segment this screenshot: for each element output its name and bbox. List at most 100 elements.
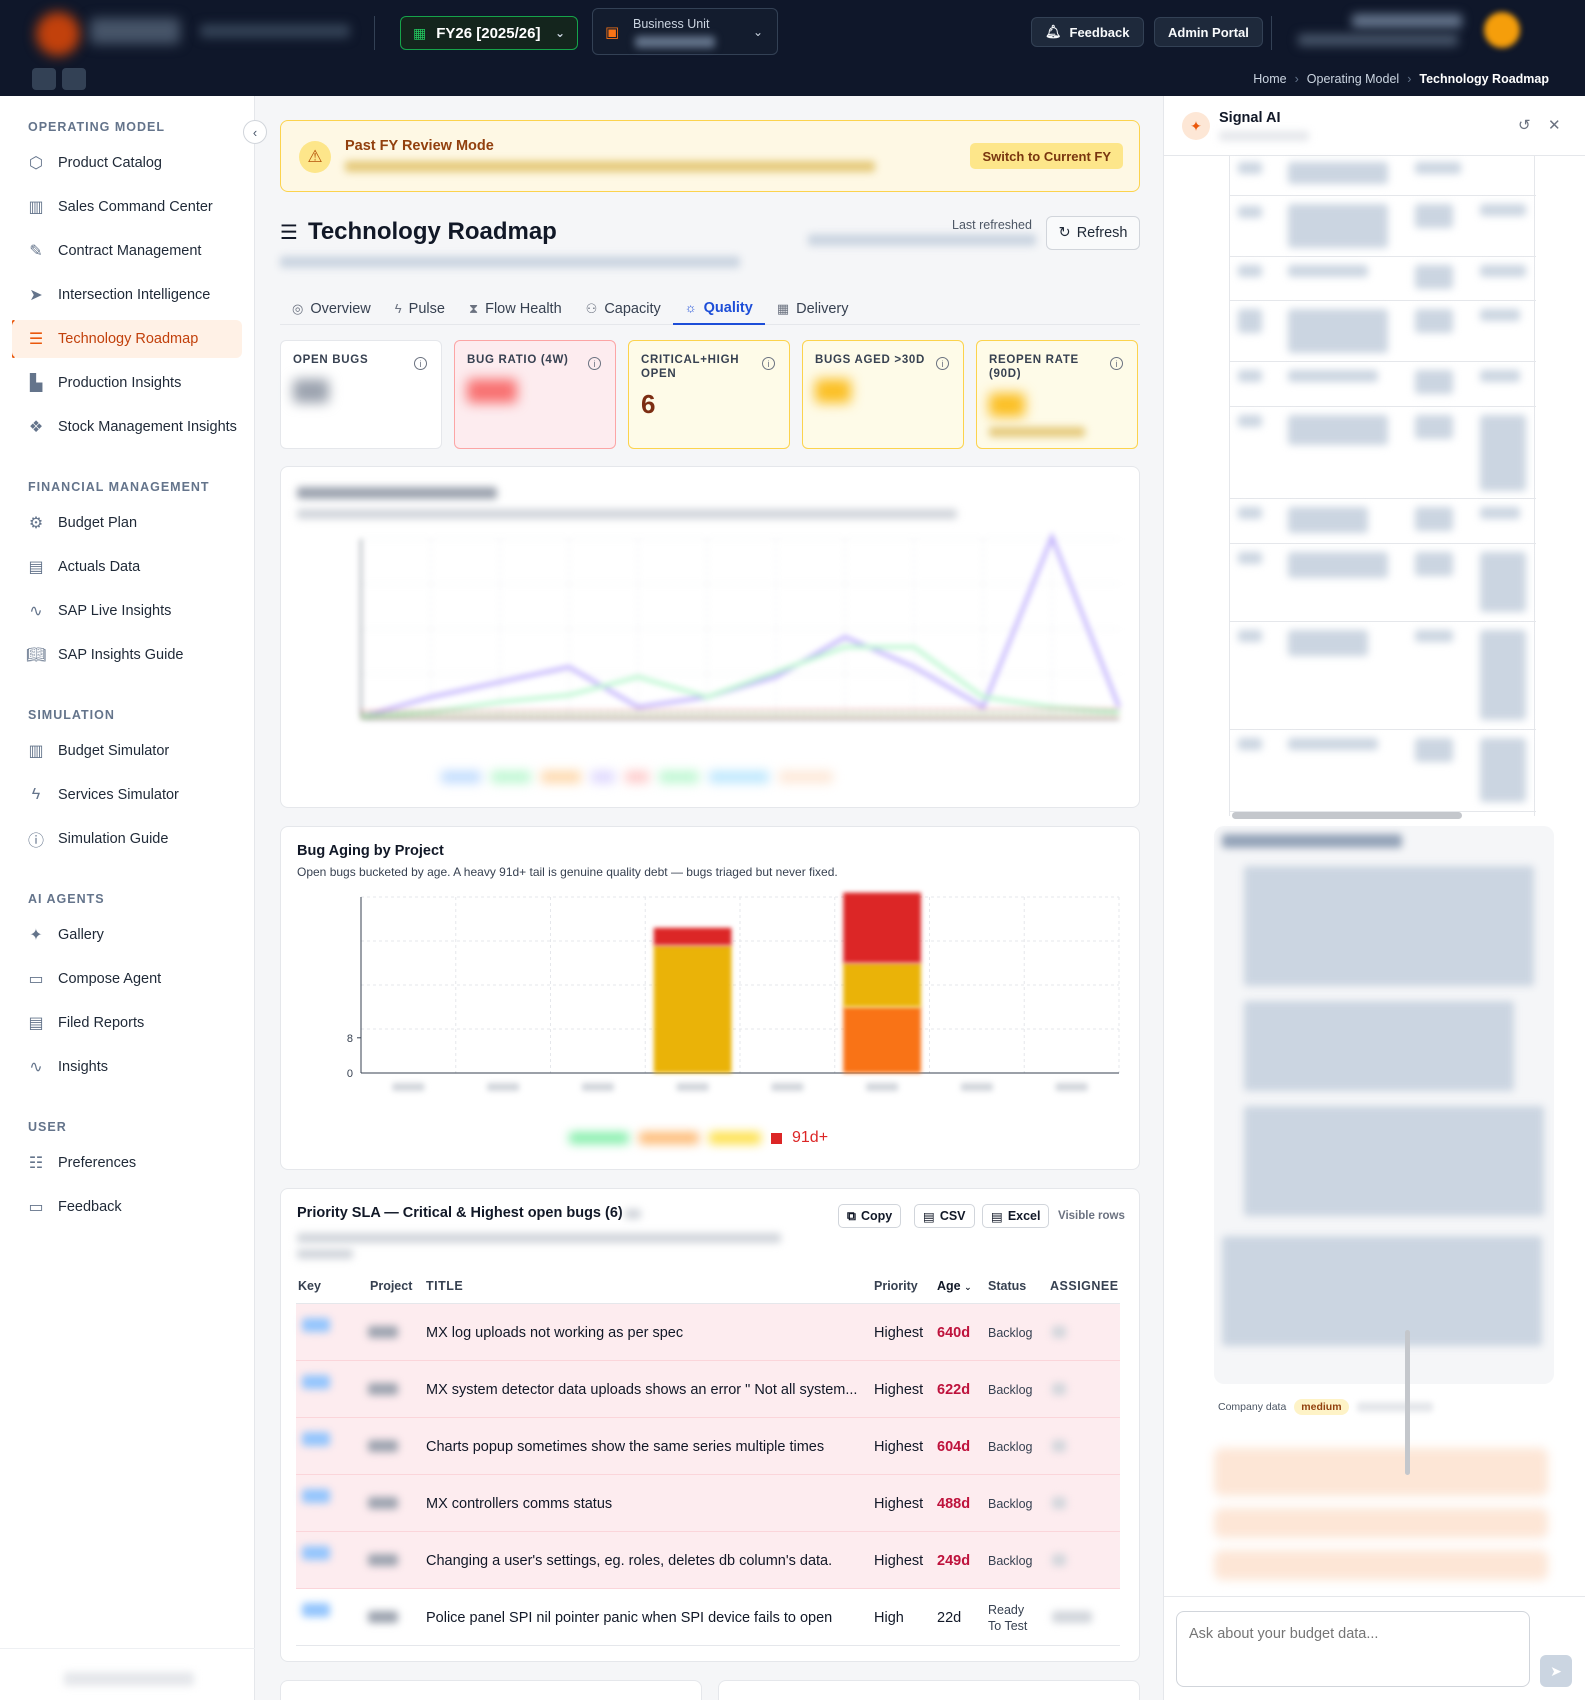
suggestion-chip[interactable] <box>1214 1448 1548 1496</box>
ai-chat-input[interactable] <box>1176 1611 1530 1687</box>
toolbar-square-button[interactable] <box>32 68 56 90</box>
user-role <box>1298 34 1458 46</box>
sidebar-item-compose-agent[interactable]: ▭ Compose Agent <box>12 960 242 998</box>
bug-status: Backlog <box>988 1496 1033 1511</box>
collapse-sidebar-button[interactable]: ‹ <box>243 120 267 144</box>
lightning-icon: ϟ <box>394 301 402 316</box>
sidebar-item-simulation-guide[interactable]: ⓘ Simulation Guide <box>12 820 242 858</box>
column-header-key[interactable]: Key <box>298 1279 321 1293</box>
card-title: Priority SLA — Critical & Highest open b… <box>297 1205 623 1221</box>
send-icon[interactable]: ➤ <box>1540 1655 1572 1687</box>
sidebar-item-budget-plan[interactable]: ⚙ Budget Plan <box>12 504 242 542</box>
page-title: ☰ Technology Roadmap <box>280 218 557 246</box>
sidebar-item-sales-command-center[interactable]: ▥ Sales Command Center <box>12 188 242 226</box>
issue-key[interactable] <box>302 1603 330 1617</box>
table-row[interactable]: MX log uploads not working as per spec H… <box>296 1304 1120 1361</box>
table-row[interactable]: Changing a user's settings, eg. roles, d… <box>296 1532 1120 1589</box>
sidebar-item-preferences[interactable]: ☷ Preferences <box>12 1144 242 1182</box>
section-title: OPERATING MODEL <box>28 120 165 134</box>
sidebar-item-sap-insights-guide[interactable]: 📖︎ SAP Insights Guide <box>12 636 242 674</box>
visible-rows-label[interactable]: Visible rows <box>1058 1210 1125 1222</box>
issue-key[interactable] <box>302 1489 330 1503</box>
app-logo-icon[interactable] <box>36 12 80 56</box>
sidebar-item-sap-live-insights[interactable]: ∿ SAP Live Insights <box>12 592 242 630</box>
bug-priority: Highest <box>874 1552 924 1569</box>
bug-status: Backlog <box>988 1553 1033 1568</box>
column-header-age[interactable]: Age ⌄ <box>937 1279 972 1293</box>
suggestion-chip[interactable] <box>1214 1550 1548 1580</box>
csv-button[interactable]: ▤ CSV <box>914 1204 975 1228</box>
feedback-button[interactable]: 🔔︎ Feedback <box>1031 17 1144 47</box>
admin-portal-button[interactable]: Admin Portal <box>1154 17 1263 47</box>
blurred-text <box>1238 415 1262 427</box>
issue-key[interactable] <box>302 1375 330 1389</box>
project-name <box>368 1440 398 1452</box>
business-unit-select[interactable]: ▣ Business Unit ⌄ <box>592 8 778 55</box>
column-header-assignee[interactable]: ASSIGNEE <box>1050 1279 1119 1293</box>
issue-key[interactable] <box>302 1546 330 1560</box>
sidebar-item-insights[interactable]: ∿ Insights <box>12 1048 242 1086</box>
sidebar-item-gallery[interactable]: ✦ Gallery <box>12 916 242 954</box>
sidebar-item-contract-management[interactable]: ✎ Contract Management <box>12 232 242 270</box>
info-icon[interactable]: i <box>1110 357 1123 370</box>
bug-priority: Highest <box>874 1324 924 1341</box>
issue-key[interactable] <box>302 1318 330 1332</box>
signal-ai-panel: ✦ Signal AI ↺ ✕ Company data medium Ask … <box>1163 96 1585 1700</box>
switch-current-fy-button[interactable]: Switch to Current FY <box>970 143 1123 169</box>
sidebar-item-intersection-intelligence[interactable]: ➤ Intersection Intelligence <box>12 276 242 314</box>
refresh-button[interactable]: ↻ Refresh <box>1046 216 1140 250</box>
sidebar-item-budget-simulator[interactable]: ▥ Budget Simulator <box>12 732 242 770</box>
table-row[interactable]: Police panel SPI nil pointer panic when … <box>296 1589 1120 1646</box>
copy-button[interactable]: ⧉ Copy <box>838 1204 902 1228</box>
bug-age: 604d <box>937 1438 971 1455</box>
bug-trend-card <box>280 466 1140 808</box>
excel-button[interactable]: ▤ Excel <box>982 1204 1050 1228</box>
close-icon[interactable]: ✕ <box>1548 116 1561 134</box>
sidebar-item-stock-management-insights[interactable]: ❖ Stock Management Insights <box>12 408 242 446</box>
table-row[interactable]: MX controllers comms status Highest 488d… <box>296 1475 1120 1532</box>
sidebar-item-label: Feedback <box>58 1199 122 1215</box>
info-icon[interactable]: i <box>762 357 775 370</box>
sidebar-item-product-catalog[interactable]: ⬡ Product Catalog <box>12 144 242 182</box>
sidebar-item-technology-roadmap[interactable]: ☰ Technology Roadmap <box>12 320 242 358</box>
tab-quality[interactable]: ☼ Quality <box>672 292 765 325</box>
info-icon[interactable]: i <box>936 357 949 370</box>
bug-age: 640d <box>937 1324 971 1341</box>
fiscal-year-select[interactable]: ▦ FY26 [2025/26] ⌄ <box>400 16 578 50</box>
tab-capacity[interactable]: ⚇ Capacity <box>574 292 673 325</box>
sidebar-item-production-insights[interactable]: ▙ Production Insights <box>12 364 242 402</box>
issue-key[interactable] <box>302 1432 330 1446</box>
copy-label: Copy <box>860 1209 893 1223</box>
sidebar-item-services-simulator[interactable]: ϟ Services Simulator <box>12 776 242 814</box>
tab-delivery[interactable]: ▦ Delivery <box>765 292 861 325</box>
breadcrumb-home[interactable]: Home <box>1253 72 1286 86</box>
column-header-status[interactable]: Status <box>988 1279 1026 1293</box>
suggestion-chip[interactable] <box>1214 1508 1548 1538</box>
info-icon[interactable]: i <box>414 357 427 370</box>
table-row[interactable]: Charts popup sometimes show the same ser… <box>296 1418 1120 1475</box>
horizontal-scrollbar[interactable] <box>1232 812 1462 819</box>
kpi-label: OPEN BUGS <box>293 354 369 366</box>
tab-flow-health[interactable]: ⧗ Flow Health <box>457 292 574 325</box>
toolbar-square-button[interactable] <box>62 68 86 90</box>
table-row[interactable]: MX system detector data uploads shows an… <box>296 1361 1120 1418</box>
target-icon: ◎ <box>292 300 304 316</box>
vertical-scrollbar[interactable] <box>1405 1330 1410 1475</box>
copy-icon: ⧉ <box>847 1208 856 1223</box>
breadcrumb-operating-model[interactable]: Operating Model <box>1307 72 1399 86</box>
bug-age: 249d <box>937 1552 971 1569</box>
kpi-critical-high-open: CRITICAL+HIGH OPEN i 6 <box>628 340 790 449</box>
history-icon[interactable]: ↺ <box>1518 116 1531 134</box>
sidebar-item-filed-reports[interactable]: ▤ Filed Reports <box>12 1004 242 1042</box>
column-header-priority[interactable]: Priority <box>874 1279 918 1293</box>
tab-overview[interactable]: ◎ Overview <box>280 292 383 325</box>
column-header-title[interactable]: TITLE <box>426 1279 463 1293</box>
blurred-text <box>1480 415 1526 491</box>
column-header-project[interactable]: Project <box>370 1279 412 1293</box>
tab-pulse[interactable]: ϟ Pulse <box>383 292 457 325</box>
avatar[interactable] <box>1484 12 1520 48</box>
sidebar-item-feedback[interactable]: ▭ Feedback <box>12 1188 242 1226</box>
tab-label: Quality <box>703 299 753 316</box>
sidebar-item-actuals-data[interactable]: ▤ Actuals Data <box>12 548 242 586</box>
info-icon[interactable]: i <box>588 357 601 370</box>
